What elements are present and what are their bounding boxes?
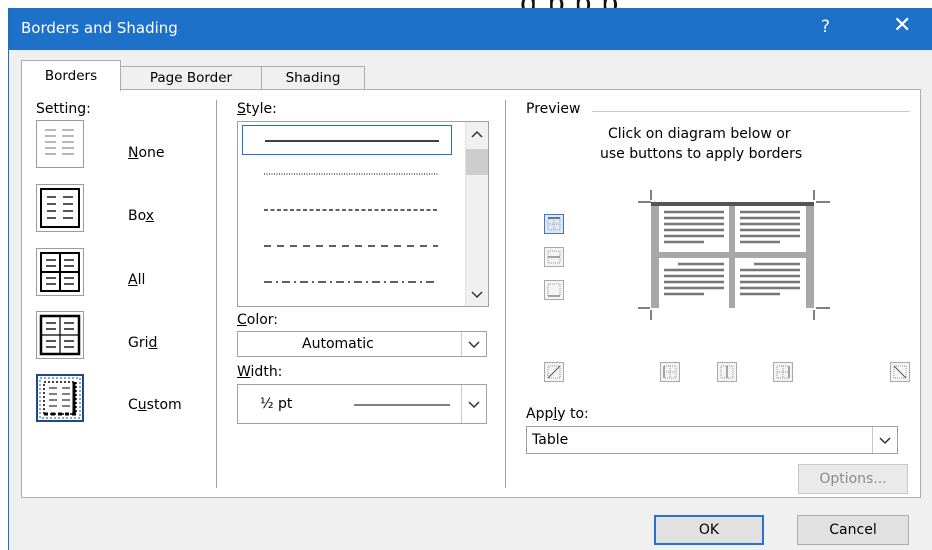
preview-diagram[interactable] bbox=[634, 190, 834, 320]
borders-and-shading-dialog: Borders and Shading ? ✕ Borders Page Bor… bbox=[8, 8, 932, 550]
preview-group-line bbox=[592, 111, 910, 112]
color-label: Color: bbox=[237, 312, 279, 328]
apply-to-dropdown-arrow[interactable] bbox=[872, 427, 897, 453]
setting-none-label: None bbox=[128, 145, 165, 161]
border-right-icon bbox=[776, 365, 790, 379]
tab-borders-label: Borders bbox=[44, 68, 98, 84]
apply-to-value: Table bbox=[532, 432, 569, 448]
left-border-button[interactable] bbox=[660, 362, 680, 382]
dialog-title: Borders and Shading bbox=[21, 19, 178, 37]
diagonal-up-border-button[interactable] bbox=[544, 362, 564, 382]
preview-instruction-line2: use buttons to apply borders bbox=[600, 146, 803, 162]
setting-box-icon bbox=[40, 188, 80, 228]
width-dropdown-arrow[interactable] bbox=[461, 385, 486, 423]
color-dropdown-arrow[interactable] bbox=[461, 332, 486, 356]
setting-all-label: All bbox=[128, 272, 146, 288]
border-inside-vertical-icon bbox=[720, 365, 734, 379]
apply-to-dropdown[interactable]: Table bbox=[526, 426, 898, 454]
tab-shading[interactable]: Shading bbox=[261, 66, 365, 90]
color-value: Automatic bbox=[302, 336, 374, 352]
setting-custom-icon bbox=[39, 377, 81, 419]
width-label: Width: bbox=[237, 364, 283, 380]
border-diagonal-up-icon bbox=[547, 365, 561, 379]
chevron-down-icon[interactable] bbox=[466, 284, 488, 304]
width-dropdown[interactable]: ½ pt bbox=[237, 384, 487, 424]
style-item-dash-dot[interactable] bbox=[242, 267, 452, 297]
scrollbar-thumb[interactable] bbox=[466, 149, 488, 175]
setting-label: Setting: bbox=[36, 101, 91, 117]
width-value: ½ pt bbox=[260, 396, 293, 412]
setting-all-icon bbox=[40, 252, 80, 292]
setting-box-label: Box bbox=[128, 208, 155, 224]
border-inside-horizontal-icon bbox=[547, 250, 561, 264]
tab-borders[interactable]: Borders bbox=[21, 60, 121, 91]
tab-shading-label: Shading bbox=[285, 70, 341, 86]
style-separator bbox=[505, 100, 506, 488]
setting-grid-icon bbox=[39, 314, 81, 356]
chevron-down-icon bbox=[879, 437, 891, 445]
setting-grid-button[interactable] bbox=[36, 311, 84, 359]
options-button[interactable]: Options... bbox=[798, 464, 908, 494]
style-item-dotted[interactable] bbox=[242, 159, 452, 189]
setting-none-icon bbox=[45, 129, 74, 155]
inside-horizontal-border-button[interactable] bbox=[544, 247, 564, 267]
diagonal-down-border-button[interactable] bbox=[890, 362, 910, 382]
style-scrollbar[interactable] bbox=[465, 122, 488, 306]
width-line-sample bbox=[354, 404, 450, 406]
help-button[interactable]: ? bbox=[821, 17, 830, 37]
border-bottom-icon bbox=[547, 283, 561, 297]
cancel-button[interactable]: Cancel bbox=[797, 515, 909, 545]
style-item-solid[interactable] bbox=[242, 125, 452, 155]
setting-custom-label: Custom bbox=[128, 397, 182, 413]
preview-instruction-line1: Click on diagram below or bbox=[608, 126, 791, 142]
style-item-small-dash[interactable] bbox=[242, 195, 452, 225]
style-label: Style: bbox=[237, 101, 277, 117]
color-dropdown[interactable]: Automatic bbox=[237, 331, 487, 357]
tab-page-border-label: Page Border bbox=[149, 70, 233, 86]
top-border-button[interactable] bbox=[544, 214, 564, 234]
setting-grid-label: Grid bbox=[128, 335, 158, 351]
apply-to-label: Apply to: bbox=[526, 406, 589, 422]
preview-label: Preview bbox=[526, 101, 581, 117]
style-item-dash[interactable] bbox=[242, 231, 452, 261]
borders-panel: Setting: None Box All Grid Custom Style:… bbox=[21, 89, 921, 498]
chevron-down-icon bbox=[468, 341, 480, 349]
close-button[interactable]: ✕ bbox=[893, 13, 911, 38]
setting-none-button[interactable] bbox=[36, 120, 84, 168]
ok-button[interactable]: OK bbox=[654, 515, 764, 545]
right-border-button[interactable] bbox=[773, 362, 793, 382]
chevron-up-icon[interactable] bbox=[466, 124, 488, 144]
chevron-down-icon bbox=[468, 401, 480, 409]
border-left-icon bbox=[663, 365, 677, 379]
bottom-border-button[interactable] bbox=[544, 280, 564, 300]
setting-separator bbox=[216, 100, 217, 488]
inside-vertical-border-button[interactable] bbox=[717, 362, 737, 382]
setting-custom-button[interactable] bbox=[36, 374, 84, 422]
style-listbox[interactable] bbox=[237, 121, 489, 307]
setting-all-button[interactable] bbox=[36, 248, 84, 296]
setting-box-button[interactable] bbox=[36, 184, 84, 232]
border-top-icon bbox=[547, 217, 561, 231]
tab-page-border[interactable]: Page Border bbox=[120, 66, 262, 90]
title-bar: Borders and Shading ? ✕ bbox=[9, 8, 932, 50]
border-diagonal-down-icon bbox=[893, 365, 907, 379]
